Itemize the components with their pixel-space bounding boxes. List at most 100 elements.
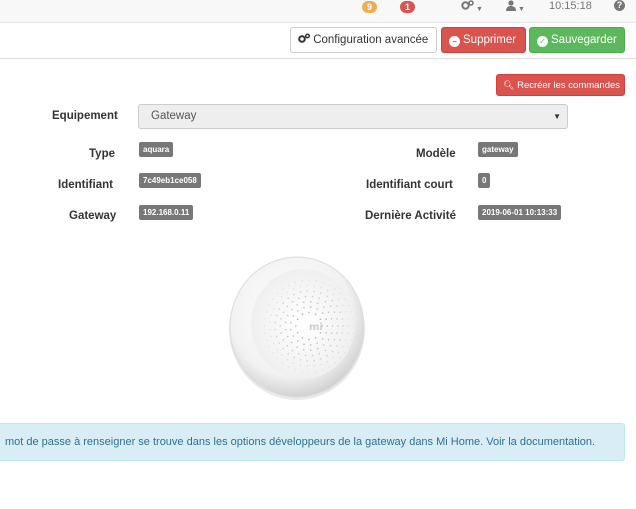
speaker-dot bbox=[290, 341, 293, 344]
speaker-dot bbox=[302, 301, 305, 304]
speaker-dot bbox=[287, 297, 289, 300]
notification-badge-warning[interactable]: 9 bbox=[362, 1, 377, 13]
speaker-dot bbox=[293, 293, 295, 296]
speaker-dot bbox=[286, 359, 288, 361]
speaker-dot bbox=[286, 344, 289, 347]
speaker-dot bbox=[308, 371, 310, 373]
speaker-dot bbox=[293, 356, 295, 359]
speaker-dot bbox=[310, 301, 312, 303]
equipement-select[interactable]: Gateway ▼ bbox=[138, 104, 568, 129]
user-icon bbox=[506, 0, 516, 11]
gears-menu[interactable]: ▼ bbox=[461, 0, 483, 16]
speaker-dot bbox=[315, 280, 317, 282]
speaker-dot bbox=[304, 354, 307, 357]
speaker-dot bbox=[287, 352, 289, 355]
speaker-dot bbox=[332, 357, 334, 359]
recreate-commands-button[interactable]: 🔍︎ Recréer les commandes bbox=[496, 74, 625, 96]
derniere-activite-value: 2019-06-01 10:13:33 bbox=[478, 205, 562, 220]
speaker-dot bbox=[276, 349, 278, 351]
speaker-dot bbox=[286, 291, 288, 293]
speaker-dot bbox=[288, 284, 290, 286]
caret-down-icon: ▼ bbox=[518, 6, 525, 13]
select-arrow-icon: ▼ bbox=[553, 112, 561, 121]
modele-label: Modèle bbox=[416, 148, 456, 160]
identifiant-label: Identifiant bbox=[58, 179, 113, 191]
speaker-dot bbox=[311, 354, 314, 357]
speaker-dot bbox=[309, 306, 312, 308]
notification-badge-danger[interactable]: 1 bbox=[400, 1, 415, 13]
speaker-dot bbox=[264, 332, 266, 334]
speaker-dot bbox=[332, 293, 334, 295]
speaker-dot bbox=[292, 335, 295, 337]
speaker-dot bbox=[331, 350, 334, 353]
speaker-dot bbox=[298, 297, 300, 300]
type-label: Type bbox=[89, 148, 115, 160]
speaker-dot bbox=[282, 311, 285, 313]
speaker-dot bbox=[350, 311, 352, 313]
save-label: Sauvegarder bbox=[551, 34, 617, 46]
delete-button[interactable]: − Supprimer bbox=[441, 27, 526, 53]
speaker-dot bbox=[281, 296, 283, 298]
speaker-dot bbox=[286, 335, 289, 338]
save-button[interactable]: ✓ Sauvegarder bbox=[529, 27, 625, 53]
speaker-dot bbox=[321, 312, 324, 314]
speaker-dot bbox=[326, 354, 328, 357]
speaker-dot bbox=[314, 313, 317, 315]
speaker-dot bbox=[320, 363, 322, 365]
speaker-dot bbox=[352, 325, 354, 327]
advanced-config-button[interactable]: Configuration avancée bbox=[290, 27, 437, 53]
speaker-dot bbox=[325, 332, 327, 334]
speaker-dot bbox=[306, 365, 308, 367]
speaker-dot bbox=[339, 293, 341, 295]
speaker-dot bbox=[329, 305, 332, 308]
speaker-dot bbox=[281, 354, 283, 356]
speaker-dot bbox=[313, 285, 315, 287]
speaker-dot bbox=[275, 335, 278, 338]
speaker-dot bbox=[331, 325, 334, 327]
speaker-dot bbox=[330, 332, 333, 334]
speaker-dot bbox=[299, 291, 302, 293]
speaker-dot bbox=[270, 336, 272, 338]
speaker-dot bbox=[301, 337, 304, 339]
speaker-dot bbox=[299, 359, 302, 361]
speaker-dot bbox=[301, 370, 303, 372]
speaker-dot bbox=[274, 321, 276, 324]
help-icon[interactable]: ? bbox=[614, 0, 625, 11]
speaker-dot bbox=[313, 365, 315, 367]
speaker-dot bbox=[344, 352, 346, 354]
speaker-dot bbox=[339, 311, 341, 313]
speaker-dot bbox=[273, 342, 275, 345]
speaker-dot bbox=[316, 342, 318, 344]
speaker-dot bbox=[282, 288, 284, 290]
speaker-dot bbox=[348, 346, 350, 348]
speaker-dot bbox=[336, 345, 338, 347]
speaker-dot bbox=[328, 284, 330, 286]
speaker-dot bbox=[297, 310, 299, 312]
user-menu[interactable]: ▼ bbox=[506, 0, 525, 16]
speaker-dot bbox=[333, 311, 336, 313]
equipement-label: Equipement bbox=[52, 110, 118, 122]
speaker-dot bbox=[286, 314, 289, 317]
speaker-dot bbox=[304, 295, 307, 298]
recreate-commands-label: Recréer les commandes bbox=[517, 80, 621, 91]
speaker-dot bbox=[342, 325, 344, 327]
speaker-dot bbox=[320, 287, 322, 289]
speaker-dot bbox=[273, 307, 275, 310]
caret-down-icon: ▼ bbox=[476, 6, 483, 13]
speaker-dot bbox=[290, 321, 292, 324]
gears-icon bbox=[461, 0, 474, 10]
speaker-dot bbox=[301, 280, 303, 282]
speaker-dot bbox=[282, 339, 285, 341]
speaker-dot bbox=[319, 318, 322, 320]
speaker-dot bbox=[329, 344, 332, 347]
info-alert-text: mot de passe à renseigner se trouve dans… bbox=[5, 436, 596, 448]
speaker-dot bbox=[327, 311, 330, 314]
speaker-dot bbox=[337, 325, 339, 327]
speaker-dot bbox=[345, 339, 347, 341]
speaker-dot bbox=[334, 288, 336, 290]
speaker-dot bbox=[328, 366, 330, 368]
speaker-dot bbox=[327, 338, 330, 341]
speaker-dot bbox=[321, 338, 324, 340]
speaker-dot bbox=[282, 302, 284, 304]
speaker-dot bbox=[298, 352, 300, 355]
